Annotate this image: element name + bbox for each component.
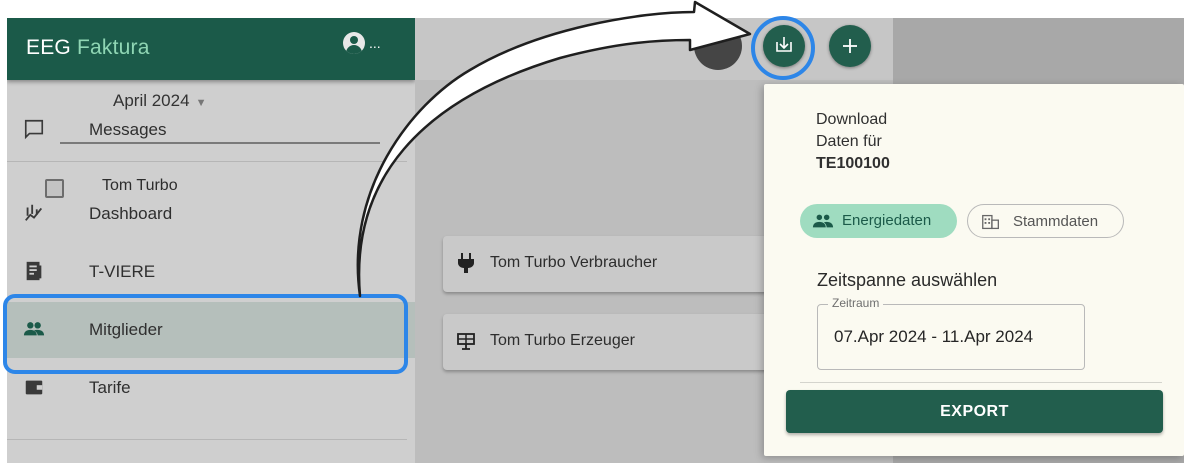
sidebar-item-t-viere[interactable]: T-VIERE: [7, 244, 415, 300]
chip-label: Stammdaten: [1013, 213, 1099, 230]
panel-line-data-for: Daten für: [816, 133, 882, 150]
wallet-icon: [25, 380, 43, 395]
chip-label: Energiedaten: [842, 212, 932, 229]
month-value: April 2024: [113, 91, 190, 110]
month-underline: [60, 142, 380, 144]
sidebar-item-messages[interactable]: Messages: [7, 102, 415, 158]
app-title-accent: Faktura: [77, 36, 150, 59]
toolbar-button-hidden[interactable]: [694, 22, 742, 70]
member-checkbox[interactable]: [45, 179, 64, 198]
month-select[interactable]: April 2024 ▼: [113, 91, 206, 111]
meter-label: Tom Turbo Verbraucher: [490, 254, 658, 271]
chip-energiedaten[interactable]: Energiedaten: [800, 204, 957, 238]
sidebar-item-label: Messages: [89, 120, 167, 139]
date-range-field[interactable]: Zeitraum 07.Apr 2024 - 11.Apr 2024: [817, 296, 1085, 370]
sidebar: EEG Faktura ... Messages Dashboard T-VIE…: [7, 18, 415, 463]
section-title: Zeitspanne auswählen: [817, 270, 998, 290]
main-toolbar: [415, 18, 893, 80]
avatar[interactable]: [343, 32, 365, 54]
solar-panel-icon: [457, 333, 475, 350]
sidebar-item-label: Dashboard: [89, 204, 173, 223]
chevron-down-icon: ▼: [195, 97, 207, 109]
sidebar-divider: [7, 439, 407, 440]
user-menu-more[interactable]: ...: [369, 35, 381, 51]
meter-label: Tom Turbo Erzeuger: [490, 332, 635, 349]
sidebar-item-dashboard[interactable]: Dashboard: [7, 186, 415, 242]
group-icon: [812, 214, 834, 228]
download-highlight-ring: [751, 16, 815, 80]
member-name: Tom Turbo: [102, 177, 178, 194]
plug-icon: [458, 253, 474, 273]
building-icon: [982, 214, 999, 230]
message-icon: [24, 119, 44, 140]
panel-line-download: Download: [816, 111, 888, 128]
mitglieder-highlight: [3, 294, 408, 374]
app-header: EEG Faktura ...: [7, 18, 415, 80]
sidebar-divider: [7, 161, 407, 162]
download-panel: Download Daten für TE100100 Energiedaten…: [764, 84, 1184, 456]
field-label: Zeitraum: [828, 296, 884, 310]
app-title-prefix: EEG: [26, 36, 71, 59]
sidebar-item-label: T-VIERE: [89, 262, 156, 281]
field-value: 07.Apr 2024 - 11.Apr 2024: [834, 327, 1034, 346]
chip-stammdaten[interactable]: Stammdaten: [967, 204, 1124, 238]
app-title: EEG Faktura: [26, 36, 150, 60]
document-icon: [26, 261, 42, 281]
community-id: TE100100: [816, 155, 890, 172]
panel-divider: [800, 382, 1162, 383]
chart-icon: [25, 204, 43, 221]
export-button[interactable]: EXPORT: [786, 390, 1163, 433]
plus-icon: [843, 39, 857, 53]
add-button[interactable]: [829, 25, 871, 67]
sidebar-item-label: Tarife: [89, 378, 131, 397]
